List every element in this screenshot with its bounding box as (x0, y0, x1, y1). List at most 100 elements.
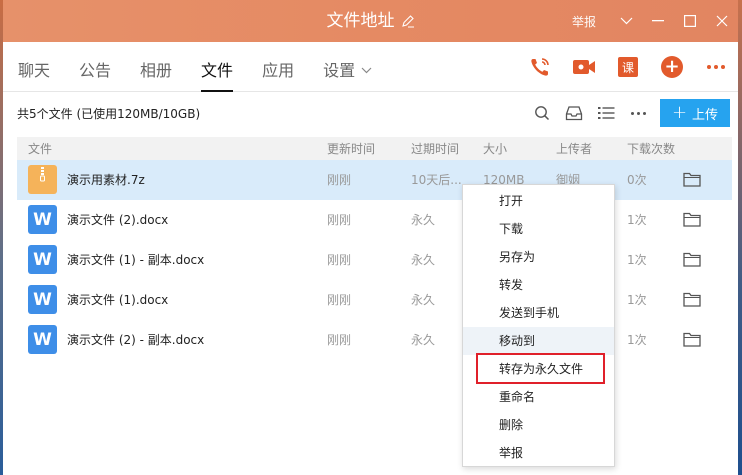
folder-icon[interactable] (683, 332, 701, 347)
header-downloads[interactable]: 下载次数 (627, 137, 675, 161)
tab-announcement[interactable]: 公告 (79, 42, 124, 92)
class-icon: 课 (618, 57, 638, 77)
more-dots-icon (630, 111, 646, 115)
inbox-icon (565, 106, 583, 121)
title-bar[interactable]: 文件地址 举报 (3, 0, 738, 42)
tab-album[interactable]: 相册 (140, 42, 185, 92)
downloads-cell: 0次 (627, 173, 647, 187)
tab-apps[interactable]: 应用 (262, 42, 307, 92)
folder-icon[interactable] (683, 212, 701, 227)
upload-button[interactable]: + 上传 (660, 99, 730, 127)
tab-label: 应用 (262, 60, 295, 80)
updated-cell: 刚刚 (327, 293, 352, 307)
updated-cell: 刚刚 (327, 253, 352, 267)
folder-icon[interactable] (683, 252, 701, 267)
tab-label: 文件 (201, 60, 234, 80)
edit-icon[interactable] (401, 14, 415, 28)
header-uploader[interactable]: 上传者 (556, 137, 592, 161)
group-files-window: 文件地址 举报 聊天 公告 相册 文件 应用 设置 课 + 共5个文件 (已使用… (3, 0, 738, 475)
search-button[interactable] (526, 98, 558, 128)
desktop-edge-right (738, 0, 742, 475)
tab-label: 公告 (79, 60, 112, 80)
list-icon (597, 107, 614, 119)
table-row[interactable]: W 演示文件 (1) - 副本.docx 刚刚 永久 1次 (17, 240, 732, 280)
table-row[interactable]: W 演示文件 (2) - 副本.docx 刚刚 永久 1次 (17, 320, 732, 360)
maximize-icon (684, 15, 696, 27)
dropdown-button[interactable] (610, 0, 642, 42)
more-options-button[interactable] (622, 98, 654, 128)
header-updated[interactable]: 更新时间 (327, 137, 375, 161)
folder-icon[interactable] (683, 172, 701, 187)
phone-icon (531, 58, 549, 76)
expires-cell: 永久 (411, 333, 436, 347)
video-call-button[interactable] (562, 42, 606, 92)
minimize-button[interactable] (642, 0, 674, 42)
menu-item-save-as[interactable]: 另存为 (463, 243, 614, 271)
menu-item-move-to[interactable]: 移动到 (463, 327, 614, 355)
word-file-icon: W (28, 285, 57, 314)
voice-call-button[interactable] (518, 42, 562, 92)
expires-cell: 永久 (411, 213, 436, 227)
file-toolbar: 共5个文件 (已使用120MB/10GB) + 上传 (3, 92, 738, 136)
tab-settings[interactable]: 设置 (323, 42, 385, 92)
tab-bar: 聊天 公告 相册 文件 应用 设置 课 + (3, 42, 738, 92)
word-file-icon: W (28, 245, 57, 274)
menu-item-delete[interactable]: 删除 (463, 411, 614, 439)
file-name[interactable]: 演示文件 (1).docx (67, 280, 168, 320)
window-title: 文件地址 (326, 11, 395, 31)
updated-cell: 刚刚 (327, 213, 352, 227)
more-button[interactable] (694, 42, 738, 92)
updated-cell: 刚刚 (327, 333, 352, 347)
more-dots-icon (707, 65, 725, 69)
downloads-cell: 1次 (627, 293, 647, 307)
file-name[interactable]: 演示文件 (2) - 副本.docx (67, 320, 204, 360)
chevron-down-icon (620, 17, 632, 25)
header-expires[interactable]: 过期时间 (411, 137, 459, 161)
downloads-cell: 1次 (627, 333, 647, 347)
word-file-icon: W (28, 205, 57, 234)
file-name[interactable]: 演示文件 (1) - 副本.docx (67, 240, 204, 280)
close-icon (716, 15, 728, 27)
plus-icon: + (671, 102, 688, 123)
tab-label: 设置 (323, 60, 356, 80)
report-link[interactable]: 举报 (572, 13, 596, 30)
file-summary: 共5个文件 (已使用120MB/10GB) (17, 107, 201, 121)
table-row[interactable]: 演示用素材.7z 刚刚 10天后... 120MB 御姻 0次 (17, 160, 732, 200)
expires-cell: 永久 (411, 253, 436, 267)
tab-label: 相册 (140, 60, 173, 80)
expires-cell: 10天后... (411, 173, 462, 187)
menu-item-forward[interactable]: 转发 (463, 271, 614, 299)
add-button[interactable]: + (650, 42, 694, 92)
context-menu: 打开 下载 另存为 转发 发送到手机 移动到 转存为永久文件 重命名 删除 举报 (462, 184, 615, 467)
menu-item-download[interactable]: 下载 (463, 215, 614, 243)
plus-circle-icon: + (661, 56, 683, 78)
header-name[interactable]: 文件 (28, 137, 52, 161)
table-row[interactable]: W 演示文件 (1).docx 刚刚 永久 1次 (17, 280, 732, 320)
table-row[interactable]: W 演示文件 (2).docx 刚刚 永久 1次 (17, 200, 732, 240)
class-button[interactable]: 课 (606, 42, 650, 92)
menu-item-rename[interactable]: 重命名 (463, 383, 614, 411)
highlight-annotation (476, 353, 605, 384)
close-button[interactable] (706, 0, 738, 42)
table-header: 文件 更新时间 过期时间 大小 上传者 下载次数 (17, 137, 732, 161)
header-size[interactable]: 大小 (483, 137, 507, 161)
word-file-icon: W (28, 325, 57, 354)
video-camera-icon (573, 60, 595, 74)
archive-file-icon (28, 165, 57, 194)
tab-label: 聊天 (18, 60, 51, 80)
menu-item-open[interactable]: 打开 (463, 187, 614, 215)
file-name[interactable]: 演示文件 (2).docx (67, 200, 168, 240)
downloads-cell: 1次 (627, 253, 647, 267)
chevron-down-icon (361, 67, 372, 73)
file-name[interactable]: 演示用素材.7z (67, 160, 145, 200)
expires-cell: 永久 (411, 293, 436, 307)
list-view-button[interactable] (590, 98, 622, 128)
folder-icon[interactable] (683, 292, 701, 307)
inbox-button[interactable] (558, 98, 590, 128)
tab-chat[interactable]: 聊天 (18, 42, 63, 92)
updated-cell: 刚刚 (327, 173, 352, 187)
menu-item-send-to-phone[interactable]: 发送到手机 (463, 299, 614, 327)
maximize-button[interactable] (674, 0, 706, 42)
menu-item-report[interactable]: 举报 (463, 439, 614, 467)
tab-files[interactable]: 文件 (201, 42, 246, 92)
